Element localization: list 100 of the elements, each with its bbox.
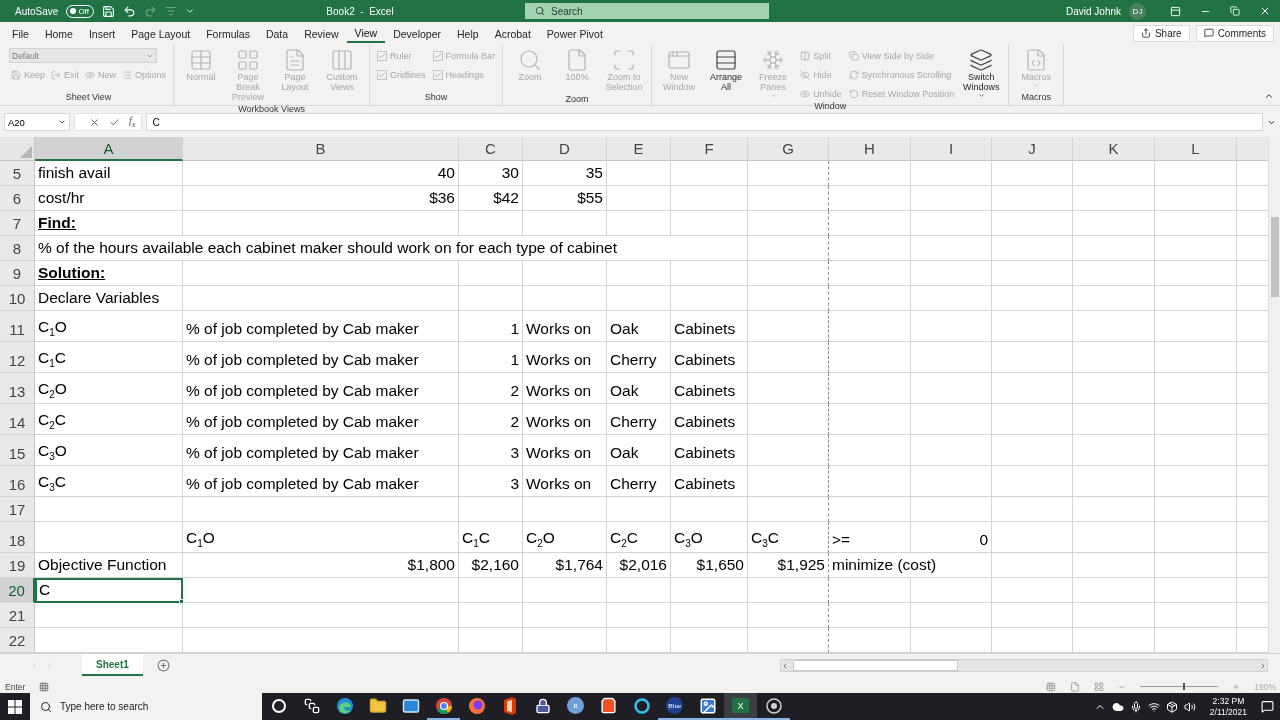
box-icon[interactable] (1165, 700, 1178, 713)
zoom-in-icon[interactable] (1232, 682, 1241, 691)
ribbon-tab[interactable]: Home (36, 24, 81, 42)
empty-cell[interactable] (748, 466, 829, 497)
empty-cell[interactable] (748, 404, 829, 435)
row-header[interactable]: 7 (0, 211, 35, 236)
save-icon[interactable] (102, 4, 116, 18)
enter-icon[interactable] (109, 116, 120, 128)
name-box[interactable]: A20 (4, 113, 70, 131)
notifications-icon[interactable] (1261, 700, 1274, 713)
ribbon-tab[interactable]: Developer (385, 24, 449, 42)
ribbon-tab[interactable]: Help (449, 24, 487, 42)
ribbon-tab[interactable]: View (346, 23, 386, 43)
insert-function-button[interactable]: f$_{x}$ (129, 115, 136, 129)
microphone-icon[interactable] (1129, 700, 1142, 713)
redo-icon[interactable] (144, 4, 158, 18)
row-header[interactable]: 10 (0, 286, 35, 311)
next-sheet-icon[interactable] (45, 661, 54, 670)
scroll-left-icon[interactable] (781, 661, 789, 670)
column-header[interactable]: J (992, 137, 1073, 161)
row-header[interactable]: 15 (0, 435, 35, 466)
user-avatar[interactable]: DJ (1129, 2, 1146, 20)
ribbon-tab[interactable]: Insert (80, 24, 124, 42)
sheet-tab[interactable]: Sheet1 (82, 654, 143, 676)
row-header[interactable]: 14 (0, 404, 35, 435)
empty-cell[interactable] (748, 628, 829, 653)
row-header[interactable]: 22 (0, 628, 35, 653)
empty-cell[interactable] (748, 211, 829, 236)
empty-cell[interactable] (748, 161, 829, 186)
comments-button[interactable]: Comments (1195, 24, 1274, 42)
row-header[interactable]: 8 (0, 236, 35, 261)
slider-thumb[interactable] (1183, 683, 1186, 690)
empty-cell[interactable] (748, 497, 829, 522)
empty-cell[interactable] (748, 236, 829, 261)
active-cell[interactable]: C (35, 578, 183, 603)
row-header[interactable]: 16 (0, 466, 35, 497)
row-header[interactable]: 6 (0, 186, 35, 211)
share-button[interactable]: Share (1132, 24, 1190, 42)
empty-cell[interactable] (748, 261, 829, 286)
column-header[interactable]: K (1073, 137, 1155, 161)
ribbon-button[interactable]: Arrange All (704, 46, 749, 101)
empty-cell[interactable] (748, 286, 829, 311)
filter-icon[interactable] (165, 5, 178, 17)
taskbar-button[interactable]: X (724, 693, 757, 720)
ribbon-tab[interactable]: Acrobat (486, 24, 539, 42)
wifi-icon[interactable] (1147, 700, 1160, 713)
ribbon-tab[interactable]: Power Pivot (538, 24, 611, 42)
collapse-ribbon-icon[interactable] (1264, 91, 1274, 101)
column-header[interactable] (1237, 137, 1268, 161)
empty-cell[interactable] (748, 311, 829, 342)
row-header[interactable]: 17 (0, 497, 35, 522)
column-header[interactable]: D (523, 137, 607, 161)
row-header[interactable]: 5 (0, 161, 35, 186)
ribbon-tab[interactable]: Review (296, 24, 347, 42)
ribbon-tab[interactable]: Formulas (198, 24, 258, 42)
column-header[interactable]: G (748, 137, 829, 161)
vertical-scrollbar[interactable] (1268, 137, 1280, 653)
clock[interactable]: 2:32 PM 2/11/2021 (1209, 695, 1247, 718)
page-break-icon[interactable] (1094, 681, 1105, 692)
ribbon-tab[interactable]: Page Layout (123, 24, 199, 42)
column-header[interactable]: F (671, 137, 748, 161)
select-all-icon[interactable] (20, 146, 32, 158)
row-header[interactable]: 12 (0, 342, 35, 373)
row-header[interactable]: 18 (0, 522, 35, 553)
undo-icon[interactable] (123, 4, 137, 18)
scroll-right-icon[interactable] (1259, 661, 1267, 670)
column-header[interactable]: L (1155, 137, 1237, 161)
ribbon-button[interactable]: Switch Windows (959, 46, 1004, 101)
column-header[interactable]: B (183, 137, 459, 161)
row-header[interactable]: 20 (0, 578, 35, 603)
empty-cell[interactable] (748, 435, 829, 466)
column-header[interactable]: C (459, 137, 523, 161)
column-header[interactable]: I (911, 137, 992, 161)
empty-cell[interactable] (748, 342, 829, 373)
customize-icon[interactable] (185, 6, 196, 16)
row-header[interactable]: 21 (0, 603, 35, 628)
cloud-icon[interactable] (1111, 700, 1124, 713)
close-icon[interactable] (1259, 5, 1271, 17)
add-sheet-icon[interactable] (156, 659, 170, 672)
formula-input[interactable]: C (146, 113, 1263, 131)
normal-view-icon[interactable] (1046, 681, 1057, 692)
row-header[interactable]: 11 (0, 311, 35, 342)
restore-icon[interactable] (1230, 6, 1240, 16)
empty-cell[interactable] (748, 373, 829, 404)
column-header[interactable]: H (829, 137, 911, 161)
empty-cell[interactable] (748, 578, 829, 603)
cancel-icon[interactable] (89, 116, 100, 128)
row-header[interactable]: 19 (0, 553, 35, 578)
row-header[interactable]: 13 (0, 373, 35, 404)
ribbon-tab[interactable]: Data (257, 24, 297, 42)
previous-sheet-icon[interactable] (30, 661, 39, 670)
row-header[interactable]: 9 (0, 261, 35, 286)
speaker-icon[interactable] (1183, 700, 1196, 713)
column-header[interactable]: A (35, 137, 183, 161)
ribbon-tab[interactable]: File (4, 24, 37, 42)
ribbon-display-icon[interactable] (1169, 5, 1181, 17)
column-header[interactable]: E (607, 137, 671, 161)
empty-cell[interactable] (748, 603, 829, 628)
page-layout-icon[interactable] (1070, 681, 1081, 692)
empty-cell[interactable] (748, 186, 829, 211)
